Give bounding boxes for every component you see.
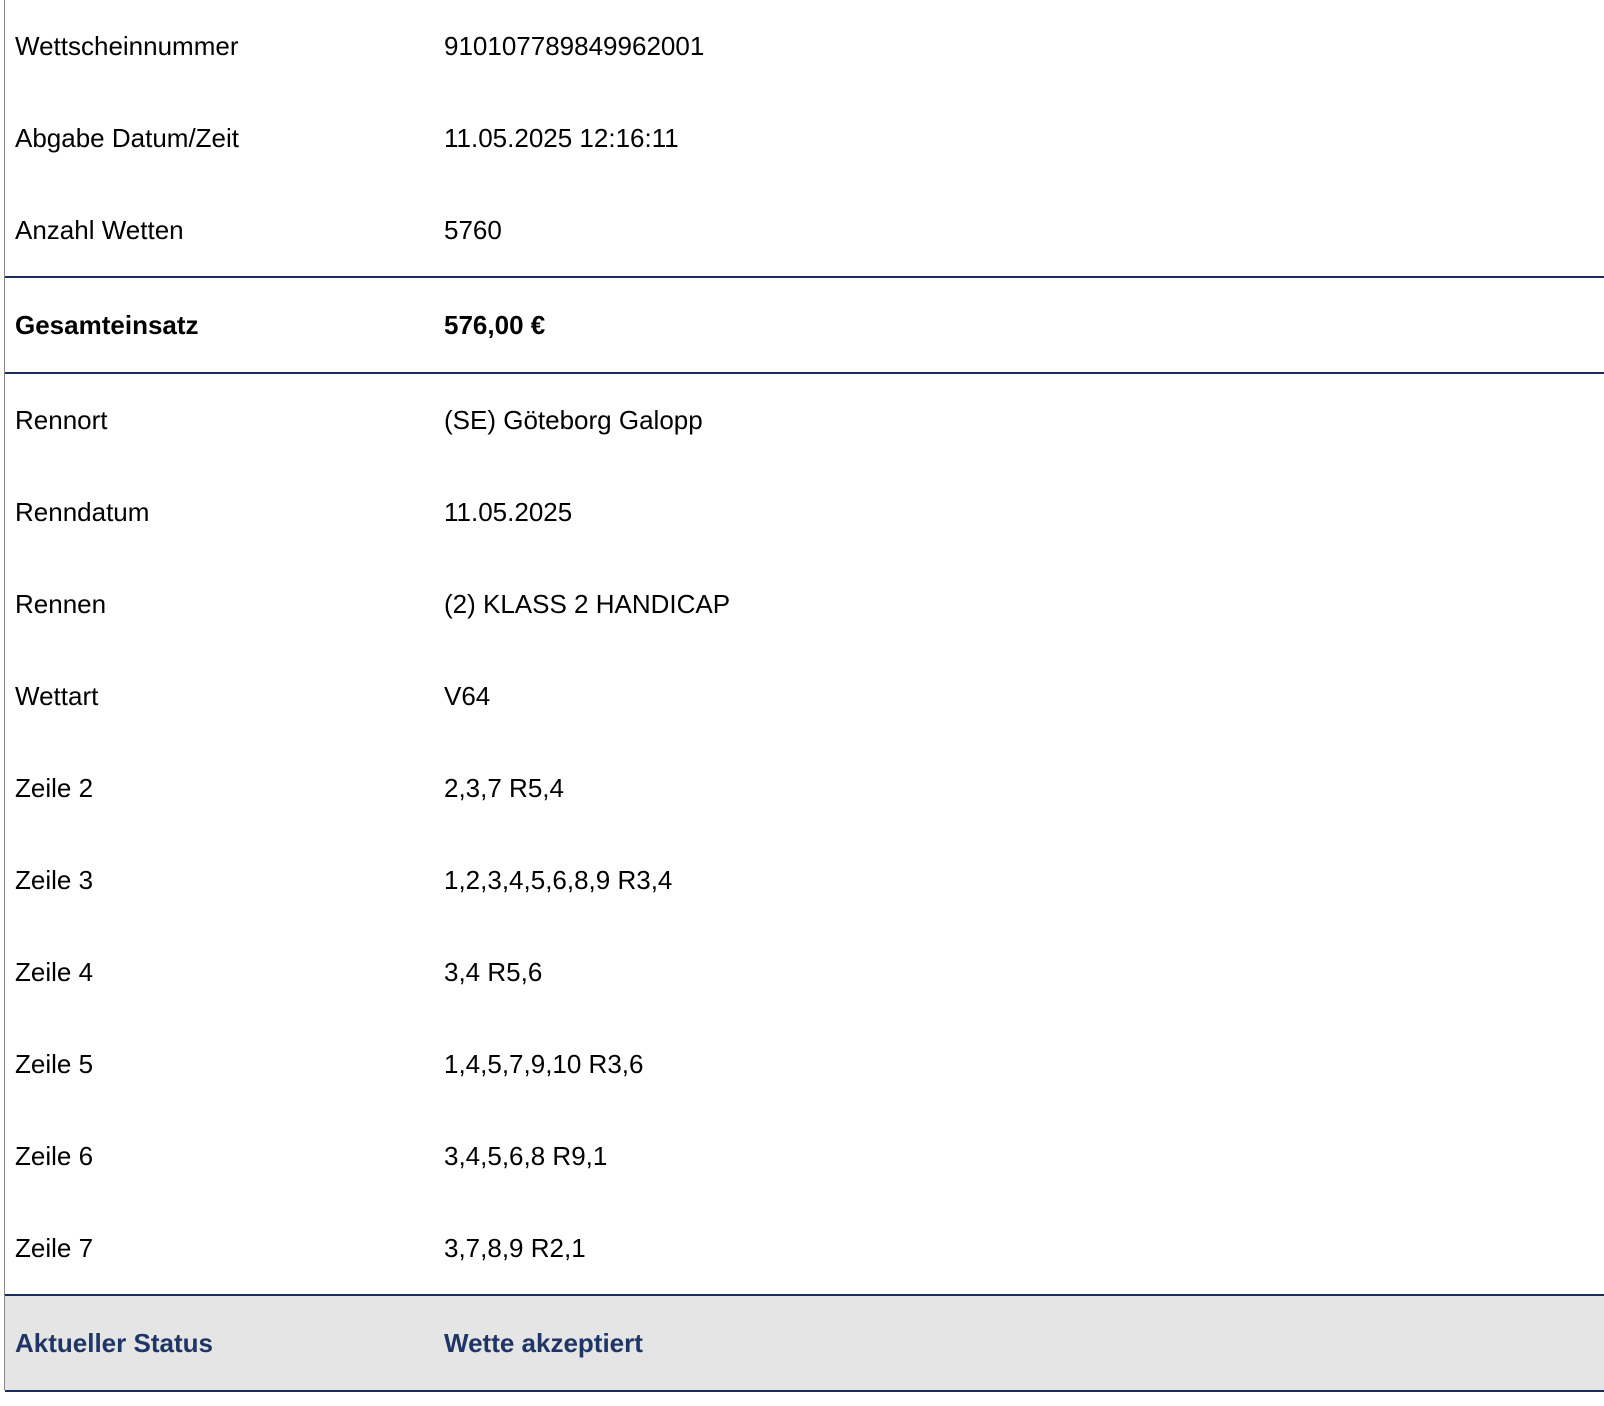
row-label: Zeile 5 xyxy=(15,1048,94,1079)
divider xyxy=(5,1390,1604,1392)
row-bet-type: Wettart V64 xyxy=(5,650,1604,742)
row-value: (2) KLASS 2 HANDICAP xyxy=(444,588,731,619)
row-line-4: Zeile 4 3,4 R5,6 xyxy=(5,926,1604,1018)
row-line-2: Zeile 2 2,3,7 R5,4 xyxy=(5,742,1604,834)
row-value: 3,7,8,9 R2,1 xyxy=(444,1232,586,1263)
row-race-date: Renndatum 11.05.2025 xyxy=(5,466,1604,558)
row-label: Anzahl Wetten xyxy=(15,214,184,245)
row-label: Zeile 3 xyxy=(15,864,94,895)
row-label: Zeile 7 xyxy=(15,1232,94,1263)
row-value: 910107789849962001 xyxy=(444,30,705,61)
row-value: (SE) Göteborg Galopp xyxy=(444,404,703,435)
row-label: Zeile 2 xyxy=(15,772,94,803)
row-value: V64 xyxy=(444,680,491,711)
row-value: 1,2,3,4,5,6,8,9 R3,4 xyxy=(444,864,673,895)
status-label: Aktueller Status xyxy=(15,1327,213,1358)
row-line-5: Zeile 5 1,4,5,7,9,10 R3,6 xyxy=(5,1018,1604,1110)
row-line-6: Zeile 6 3,4,5,6,8 R9,1 xyxy=(5,1110,1604,1202)
row-ticket-number: Wettscheinnummer 910107789849962001 xyxy=(5,0,1604,92)
row-total-stake: Gesamteinsatz 576,00 € xyxy=(5,278,1604,372)
row-value: 5760 xyxy=(444,214,502,245)
row-label: Gesamteinsatz xyxy=(15,309,199,340)
row-value: 11.05.2025 xyxy=(444,496,573,527)
row-label: Rennen xyxy=(15,588,107,619)
row-label: Zeile 4 xyxy=(15,956,94,987)
row-race: Rennen (2) KLASS 2 HANDICAP xyxy=(5,558,1604,650)
row-label: Wettart xyxy=(15,680,99,711)
row-current-status: Aktueller Status Wette akzeptiert xyxy=(5,1296,1604,1390)
row-race-location: Rennort (SE) Göteborg Galopp xyxy=(5,374,1604,466)
row-submission-datetime: Abgabe Datum/Zeit 11.05.2025 12:16:11 xyxy=(5,92,1604,184)
row-value: 576,00 € xyxy=(444,309,546,340)
row-label: Zeile 6 xyxy=(15,1140,94,1171)
row-label: Renndatum xyxy=(15,496,150,527)
row-value: 1,4,5,7,9,10 R3,6 xyxy=(444,1048,644,1079)
row-value: 3,4,5,6,8 R9,1 xyxy=(444,1140,608,1171)
bet-ticket: Wettscheinnummer 910107789849962001 Abga… xyxy=(4,0,1604,1392)
row-value: 11.05.2025 12:16:11 xyxy=(444,122,679,153)
row-value: 3,4 R5,6 xyxy=(444,956,543,987)
status-badge: Wette akzeptiert xyxy=(444,1327,643,1358)
row-label: Wettscheinnummer xyxy=(15,30,239,61)
row-label: Rennort xyxy=(15,404,108,435)
row-bet-count: Anzahl Wetten 5760 xyxy=(5,184,1604,276)
row-line-3: Zeile 3 1,2,3,4,5,6,8,9 R3,4 xyxy=(5,834,1604,926)
row-value: 2,3,7 R5,4 xyxy=(444,772,564,803)
row-label: Abgabe Datum/Zeit xyxy=(15,122,240,153)
row-line-7: Zeile 7 3,7,8,9 R2,1 xyxy=(5,1202,1604,1294)
